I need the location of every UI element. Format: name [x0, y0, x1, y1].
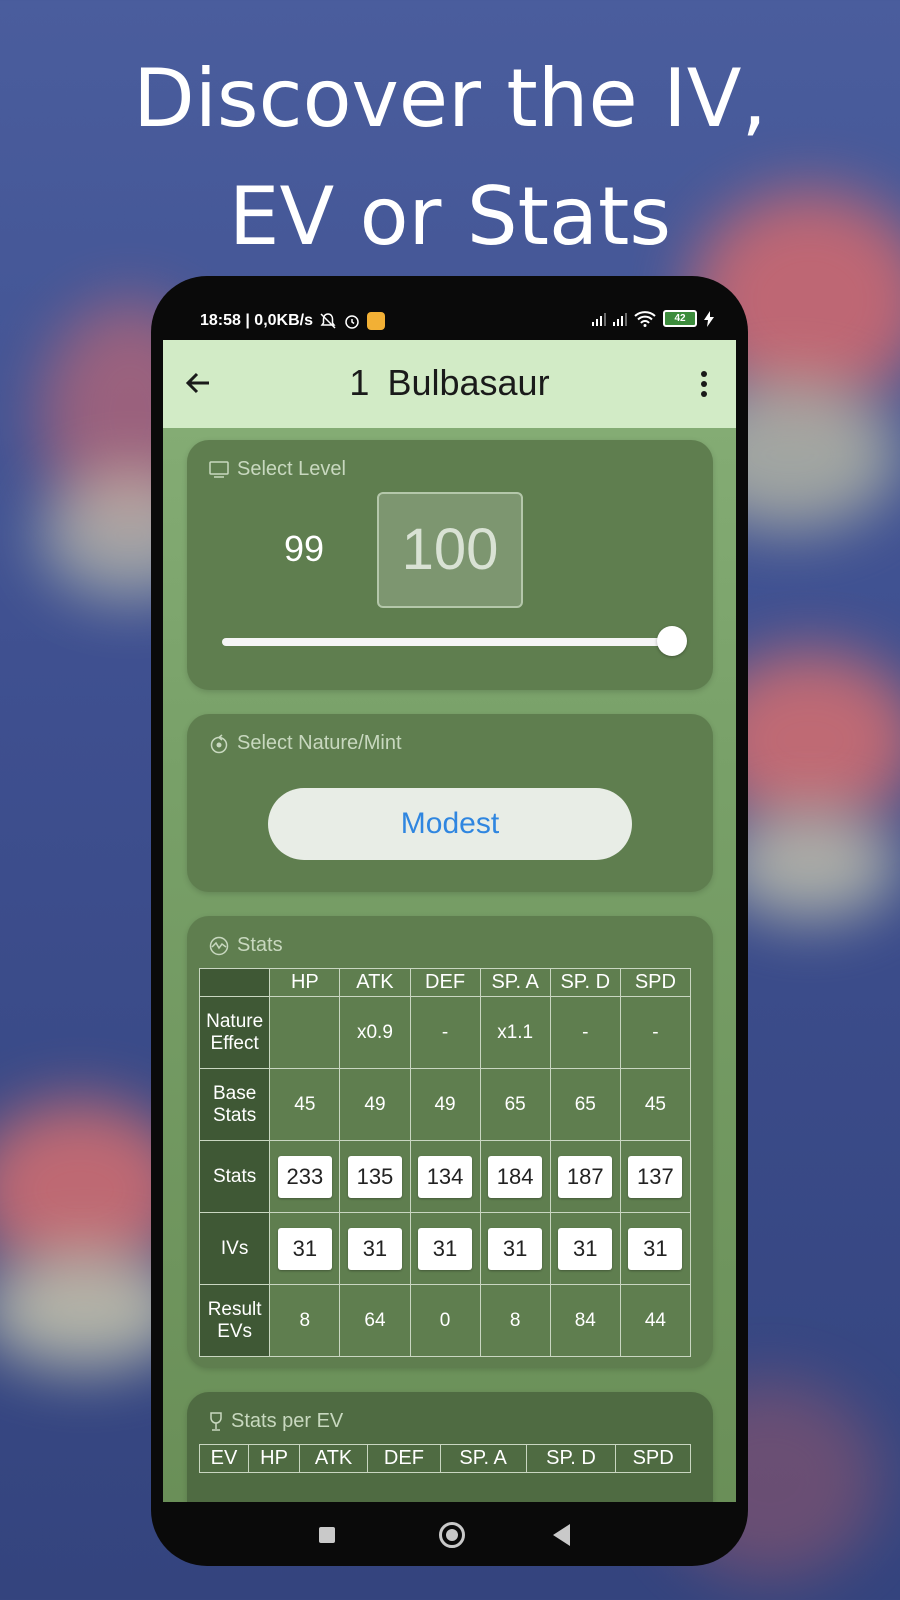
iv-input[interactable]: 31 [347, 1227, 402, 1270]
column-header: SP. D [525, 1444, 617, 1473]
base-stat-cell: 49 [339, 1068, 411, 1141]
result-evs-row: Result EVs 8 64 0 8 84 44 [198, 1284, 692, 1357]
nature-effect-cell: - [619, 996, 692, 1069]
row-header: Nature Effect [198, 996, 271, 1069]
base-stat-cell: 49 [409, 1068, 481, 1141]
pokemon-name: Bulbasaur [387, 362, 550, 403]
page-title: 1 Bulbasaur [163, 362, 736, 404]
column-header: SPD [619, 968, 692, 997]
navigation-bar [163, 1502, 736, 1566]
previous-level: 99 [284, 528, 325, 569]
result-ev-cell: 64 [339, 1284, 411, 1357]
phone-frame: 18:58 | 0,0KB/s 42 1 Bulbasaur Select Le… [151, 276, 748, 1566]
stats-table: HP ATK DEF SP. A SP. D SPD Nature Effect … [198, 968, 692, 1357]
iv-input[interactable]: 31 [628, 1227, 683, 1270]
more-options-icon[interactable] [700, 370, 708, 398]
column-header: DEF [409, 968, 481, 997]
phone-screen: 18:58 | 0,0KB/s 42 1 Bulbasaur Select Le… [163, 300, 736, 1502]
result-ev-cell: 8 [269, 1284, 341, 1357]
column-header: ATK [339, 968, 411, 997]
column-header: SP. D [549, 968, 621, 997]
stats-per-ev-title: Stats per EV [231, 1410, 344, 1432]
bell-off-icon [320, 313, 336, 329]
nature-effect-cell [269, 996, 341, 1069]
stat-input[interactable]: 135 [347, 1155, 402, 1198]
stat-input[interactable]: 184 [488, 1155, 543, 1198]
nature-effect-cell: - [549, 996, 621, 1069]
nature-select-button[interactable]: Modest [268, 788, 632, 860]
base-stat-cell: 65 [479, 1068, 551, 1141]
result-ev-cell: 8 [479, 1284, 551, 1357]
level-card: Select Level 99 100 [187, 440, 713, 690]
row-header: Stats [198, 1140, 271, 1213]
nature-card: Select Nature/Mint Modest [187, 714, 713, 892]
app-notification-icon [366, 312, 385, 330]
result-ev-cell: 84 [549, 1284, 621, 1357]
column-header: SP. A [439, 1444, 527, 1473]
row-header: Base Stats [198, 1068, 271, 1141]
back-triangle-icon[interactable] [553, 1524, 570, 1546]
row-header: IVs [198, 1212, 271, 1285]
signal-icon [613, 312, 627, 326]
monitor-level-icon [209, 460, 229, 478]
stat-input[interactable]: 187 [558, 1155, 613, 1198]
nature-effect-cell: x1.1 [479, 996, 551, 1069]
stats-card-title: Stats [237, 934, 283, 956]
nature-effect-cell: - [409, 996, 481, 1069]
column-header: SP. A [479, 968, 551, 997]
row-header: Result EVs [198, 1284, 271, 1357]
base-stat-cell: 65 [549, 1068, 621, 1141]
level-slider-track[interactable] [222, 638, 674, 646]
headline: Discover the IV, EV or Stats [0, 40, 900, 276]
stats-per-ev-header-row: EV HP ATK DEF SP. A SP. D SPD [198, 1444, 691, 1473]
stats-per-ev-card: Stats per EV EV HP ATK DEF SP. A SP. D S… [187, 1392, 713, 1502]
status-bar: 18:58 | 0,0KB/s 42 [163, 300, 736, 340]
recents-square-icon[interactable] [319, 1527, 335, 1543]
headline-line-2: EV or Stats [228, 170, 672, 263]
trophy-icon [210, 1411, 222, 1431]
home-circle-icon[interactable] [439, 1522, 465, 1548]
battery-icon: 42 [663, 310, 697, 327]
nature-effect-cell: x0.9 [339, 996, 411, 1069]
iv-input[interactable]: 31 [488, 1227, 543, 1270]
level-slider-thumb[interactable] [657, 626, 687, 656]
status-time: 18:58 | 0,0KB/s [200, 312, 313, 329]
column-header: HP [248, 1444, 301, 1473]
column-header: DEF [367, 1444, 441, 1473]
alarm-icon [345, 315, 359, 329]
iv-input[interactable]: 31 [418, 1227, 473, 1270]
charging-icon [704, 310, 714, 327]
signal-icon [592, 312, 606, 326]
base-stat-cell: 45 [269, 1068, 341, 1141]
result-ev-cell: 44 [619, 1284, 692, 1357]
base-stats-row: Base Stats 45 49 49 65 65 45 [198, 1068, 692, 1141]
column-header: ATK [299, 1444, 369, 1473]
pokemon-number: 1 [349, 362, 370, 403]
iv-input[interactable]: 31 [558, 1227, 613, 1270]
base-stat-cell: 45 [619, 1068, 692, 1141]
stat-input[interactable]: 233 [277, 1155, 332, 1198]
headline-line-1: Discover the IV, [133, 52, 767, 145]
stats-header-row: HP ATK DEF SP. A SP. D SPD [198, 968, 692, 997]
table-corner [198, 968, 271, 997]
stat-input[interactable]: 137 [628, 1155, 683, 1198]
level-card-title: Select Level [237, 458, 346, 480]
nature-swap-icon [210, 733, 228, 753]
stats-per-ev-table: EV HP ATK DEF SP. A SP. D SPD [198, 1444, 691, 1473]
nature-effect-row: Nature Effect x0.9 - x1.1 - - [198, 996, 692, 1069]
stats-card: Stats HP ATK DEF SP. A SP. D SPD Nature E… [187, 916, 713, 1368]
wifi-icon [634, 310, 656, 327]
iv-input[interactable]: 31 [277, 1227, 332, 1270]
column-header: HP [269, 968, 341, 997]
app-bar: 1 Bulbasaur [163, 340, 736, 428]
current-level-box[interactable]: 100 [377, 492, 523, 608]
column-header: SPD [615, 1444, 691, 1473]
column-header: EV [198, 1444, 250, 1473]
nature-card-title: Select Nature/Mint [237, 732, 402, 754]
stats-row: Stats 233 135 134 184 187 137 [198, 1140, 692, 1213]
result-ev-cell: 0 [409, 1284, 481, 1357]
stats-chart-icon [209, 936, 229, 955]
stat-input[interactable]: 134 [418, 1155, 473, 1198]
ivs-row: IVs 31 31 31 31 31 31 [198, 1212, 692, 1285]
